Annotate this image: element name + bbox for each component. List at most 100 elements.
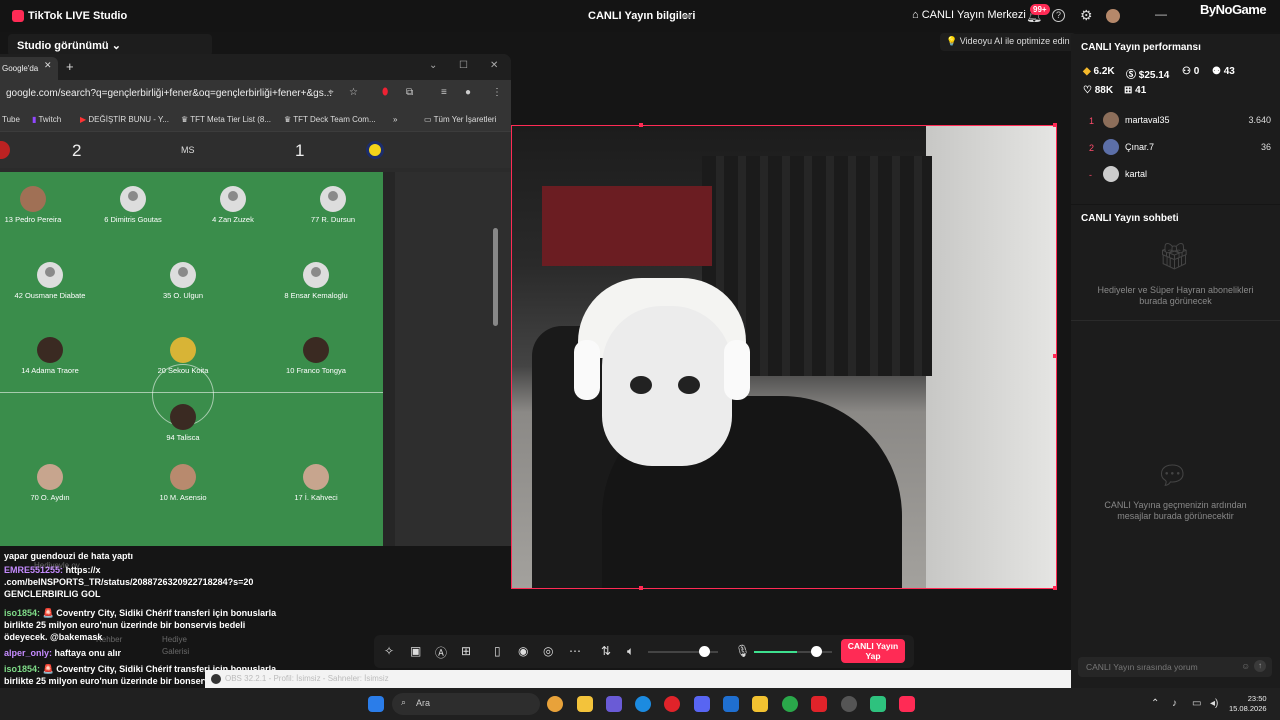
bookmark[interactable]: ♛ TFT Deck Team Com... (284, 115, 376, 124)
camera-settings-icon[interactable]: ◎ (543, 644, 553, 658)
bookmark[interactable]: Tube (2, 115, 20, 124)
resize-handle[interactable] (1053, 123, 1057, 127)
scrollbar[interactable] (493, 228, 498, 326)
bookmarks-overflow[interactable]: » (393, 115, 397, 124)
chevron-down-icon[interactable]: ⌄ (429, 60, 437, 71)
chat-input[interactable]: CANLI Yayın sırasında yorum ☺ ↑ (1078, 657, 1272, 677)
mic-knob[interactable] (810, 646, 822, 657)
chrome-icon[interactable] (547, 696, 563, 712)
url-field[interactable]: google.com/search?q=gençlerbirliği+fener… (6, 88, 332, 99)
studio-view-dropdown[interactable]: Studio görünümü ⌄ (8, 34, 212, 56)
menu-icon[interactable]: ⋮ (492, 87, 502, 98)
location-icon[interactable]: ⌖ (328, 87, 334, 98)
player[interactable]: 35 O. Ulgun (133, 262, 233, 300)
tiktok-taskbar-icon[interactable] (899, 696, 915, 712)
resize-handle[interactable] (639, 586, 643, 590)
puzzle-icon[interactable]: ⧉ (406, 87, 413, 98)
bookmark-label: TFT Meta Tier List (8... (190, 115, 272, 124)
bookmark[interactable]: ▮ Twitch (32, 115, 61, 124)
ranking-row[interactable]: 2 Çınar.7 36 (1081, 139, 1271, 159)
player[interactable]: 42 Ousmane Diabate (0, 262, 100, 300)
player[interactable]: 94 Talisca (133, 404, 233, 442)
tray-mic-icon[interactable]: ♪ (1172, 698, 1177, 709)
chat-input-placeholder: CANLI Yayın sırasında yorum (1086, 662, 1198, 672)
discord-icon[interactable] (694, 696, 710, 712)
record-icon[interactable]: ◉ (518, 644, 528, 658)
extension-icon[interactable]: ⬮ (382, 87, 388, 98)
camera-preview[interactable] (511, 125, 1057, 589)
player[interactable]: 77 R. Dursun (283, 186, 383, 224)
obs-taskbar-icon[interactable] (841, 696, 857, 712)
player-avatar (120, 186, 146, 212)
edge-icon[interactable] (635, 696, 651, 712)
player[interactable]: 4 Zan Zuzek (183, 186, 283, 224)
live-info-title[interactable]: CANLI Yayın bilgileri (588, 10, 695, 22)
player[interactable]: 14 Adama Traore (0, 337, 100, 375)
gear-icon[interactable]: ⚙ (1080, 7, 1093, 24)
player[interactable]: 13 Pedro Pereira (0, 186, 83, 224)
resize-handle[interactable] (1053, 354, 1057, 358)
windows-start-icon[interactable] (368, 696, 384, 712)
match-status: MS (181, 145, 195, 155)
player[interactable]: 6 Dimitris Goutas (83, 186, 183, 224)
minimize-button[interactable]: — (1155, 7, 1167, 21)
speaker-icon[interactable]: 🔈︎ (627, 644, 634, 659)
close-icon[interactable]: ✕ (44, 60, 52, 71)
emoji-icon[interactable]: ☺ (1241, 661, 1250, 671)
tray-volume-icon[interactable]: ◂) (1210, 698, 1218, 709)
new-tab-icon[interactable]: + (66, 59, 74, 74)
maximize-icon[interactable]: ☐ (459, 60, 468, 71)
follow-icon: ⚉ (1212, 66, 1221, 77)
media-icon[interactable]: ≡ (441, 87, 447, 98)
ranking-row[interactable]: - kartal (1081, 166, 1271, 186)
player[interactable]: 20 Sekou Koita (133, 337, 233, 375)
player[interactable]: 70 O. Aydın (0, 464, 100, 502)
tray-chevron-icon[interactable]: ⌃ (1151, 698, 1159, 709)
mail-icon[interactable] (723, 696, 739, 712)
teams-icon[interactable] (606, 696, 622, 712)
add-source-icon[interactable]: ⊞ (461, 644, 471, 658)
opera-icon[interactable] (664, 696, 680, 712)
address-bar[interactable]: google.com/search?q=gençlerbirliği+fener… (0, 80, 511, 108)
tray-monitor-icon[interactable]: ▭ (1192, 698, 1201, 709)
volume-knob[interactable] (699, 646, 710, 657)
send-icon[interactable]: ↑ (1254, 660, 1266, 672)
resize-handle[interactable] (1053, 586, 1057, 590)
player[interactable]: 10 Franco Tongya (266, 337, 366, 375)
player[interactable]: 8 Ensar Kemaloglu (266, 262, 366, 300)
chrome-alt-icon[interactable] (782, 696, 798, 712)
ranking-row[interactable]: 1 martaval35 3.640 (1081, 112, 1271, 132)
app-icon[interactable] (870, 696, 886, 712)
clock[interactable]: 23:50 15.08.2026 (1229, 694, 1267, 714)
bookmark-folder[interactable]: ▭ Tüm Yer İşaretleri (424, 115, 496, 124)
taskbar-search[interactable]: ⌕ Ara (392, 693, 540, 715)
avatar[interactable] (1106, 9, 1120, 23)
close-window-icon[interactable]: ✕ (490, 60, 498, 71)
microphone-icon[interactable]: 🎙︎ (735, 644, 750, 658)
media-player-icon[interactable] (811, 696, 827, 712)
obs-window-strip[interactable]: OBS 32.2.1 - Profil: İsimsiz - Sahneler:… (205, 670, 1082, 688)
dollar-icon: Ⓢ (1126, 70, 1136, 81)
copilot-icon[interactable] (577, 696, 593, 712)
bookmark-label: Twitch (38, 115, 62, 124)
more-icon[interactable]: ⋯ (569, 644, 581, 658)
bookmark[interactable]: ♛ TFT Meta Tier List (8... (181, 115, 271, 124)
player[interactable]: 17 İ. Kahveci (266, 464, 366, 502)
go-live-button[interactable]: CANLI Yayın Yap (841, 639, 905, 663)
effects-icon[interactable]: ▣ (410, 644, 421, 658)
bookmark[interactable]: ▶ DEĞİŞTİR BUNU - Y... (80, 115, 169, 124)
ai-optimize-tip[interactable]: 💡 Videoyu AI ile optimize edin (940, 33, 1076, 51)
star-icon[interactable]: ☆ (349, 87, 358, 98)
phone-icon[interactable]: ▯ (494, 644, 501, 658)
share-icon[interactable]: ➦ (682, 9, 692, 23)
help-icon[interactable]: ? (1052, 9, 1065, 22)
profile-icon[interactable]: ● (465, 87, 471, 98)
folder-icon[interactable] (752, 696, 768, 712)
live-center-button[interactable]: ⌂ CANLI Yayın Merkezi (912, 9, 1026, 21)
ai-icon[interactable]: Ⓐ (435, 644, 447, 661)
resize-handle[interactable] (639, 123, 643, 127)
youtube-icon: ▶ (80, 115, 87, 124)
player[interactable]: 10 M. Asensio (133, 464, 233, 502)
magic-wand-icon[interactable]: ✧ (384, 644, 394, 658)
audio-mixer-icon[interactable]: ⇅ (601, 644, 611, 658)
